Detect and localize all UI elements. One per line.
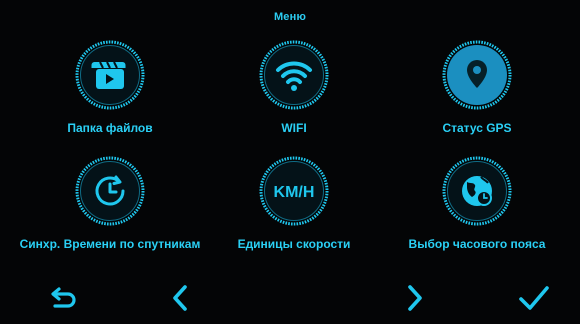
chevron-left-icon (173, 285, 187, 311)
timezone-globe-icon (440, 154, 514, 228)
video-folder-icon (73, 38, 147, 112)
chevron-right-icon (408, 285, 422, 311)
menu-item-time-sync[interactable]: Синхр. Времени по спутникам (10, 154, 210, 264)
location-pin-icon (440, 38, 514, 112)
back-icon (51, 287, 76, 308)
next-button[interactable] (393, 280, 437, 316)
speed-unit-text: KM/H (274, 184, 315, 201)
menu-item-label: Синхр. Времени по спутникам (19, 237, 201, 251)
menu-item-gps-status[interactable]: Статус GPS (377, 38, 577, 148)
speed-unit-icon: KM/H (257, 154, 331, 228)
menu-item-label: Единицы скорости (237, 237, 351, 251)
menu-item-wifi[interactable]: WIFI (194, 38, 394, 148)
menu-item-speed-units[interactable]: KM/H Единицы скорости (194, 154, 394, 264)
menu-item-label: Статус GPS (442, 121, 512, 135)
back-button[interactable] (42, 280, 86, 316)
menu-item-label: Выбор часового пояса (408, 237, 546, 251)
time-sync-icon (73, 154, 147, 228)
menu-item-file-folder[interactable]: Папка файлов (10, 38, 210, 148)
previous-button[interactable] (158, 280, 202, 316)
checkmark-icon (519, 286, 549, 310)
menu-item-timezone[interactable]: Выбор часового пояса (377, 154, 577, 264)
menu-item-label: Папка файлов (67, 121, 153, 135)
confirm-button[interactable] (512, 280, 556, 316)
menu-item-label: WIFI (281, 121, 307, 135)
wifi-icon (257, 38, 331, 112)
page-title: Меню (273, 11, 307, 23)
